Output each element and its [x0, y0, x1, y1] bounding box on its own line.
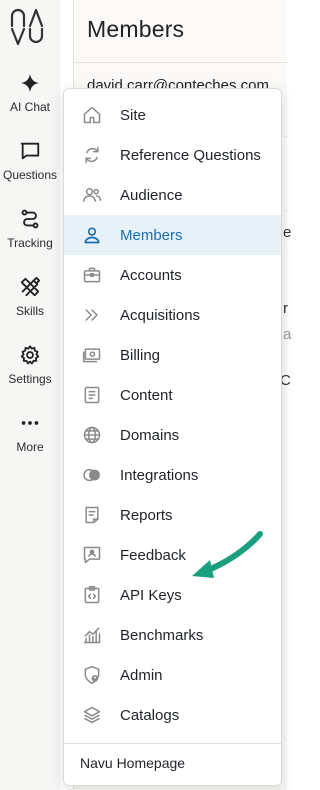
menu-item-label: API Keys [120, 586, 182, 604]
code-clipboard-icon [81, 584, 103, 606]
menu-divider [64, 743, 281, 744]
page-title: Members [87, 16, 185, 42]
feedback-icon [81, 544, 103, 566]
menu-item-label: Audience [120, 186, 183, 204]
money-icon [81, 344, 103, 366]
page-peek-text: a [283, 326, 292, 343]
home-icon [81, 104, 103, 126]
globe-icon [81, 424, 103, 446]
rail-skills-label: Skills [15, 304, 44, 318]
rail-settings-label: Settings [8, 372, 52, 386]
menu-item-label: Benchmarks [120, 626, 204, 644]
menu-item-benchmarks[interactable]: Benchmarks [64, 615, 281, 655]
menu-item-label: Feedback [120, 546, 186, 564]
navu-logo[interactable] [8, 6, 50, 46]
route-icon [21, 209, 39, 229]
rail-ai-chat[interactable]: AI Chat [0, 72, 60, 114]
menu-item-catalogs[interactable]: Catalogs [64, 695, 281, 735]
rail-ai-chat-label: AI Chat [9, 100, 51, 114]
menu-item-label: Reports [120, 506, 173, 524]
menu-item-label: Admin [120, 666, 163, 684]
menu-item-label: Site [120, 106, 146, 124]
rail-settings[interactable]: Settings [0, 344, 60, 386]
rail-questions-label: Questions [2, 168, 58, 182]
menu-item-label: Reference Questions [120, 146, 261, 164]
rail-more[interactable]: More [0, 412, 60, 454]
double-chevron-icon [81, 304, 103, 326]
menu-item-label: Acquisitions [120, 306, 201, 324]
navu-homepage-link[interactable]: Navu Homepage [80, 755, 185, 771]
rail-tracking-label: Tracking [7, 236, 53, 250]
rail-tracking[interactable]: Tracking [0, 208, 60, 250]
menu-item-label: Catalogs [120, 706, 180, 724]
sparkle-icon [20, 73, 40, 93]
chat-bubble-icon [20, 142, 40, 160]
menu-item-api-keys[interactable]: API Keys [64, 575, 281, 615]
bar-chart-icon [81, 624, 103, 646]
row-divider [284, 136, 287, 137]
menu-item-label: Domains [120, 426, 180, 444]
menu-item-acquisitions[interactable]: Acquisitions [64, 295, 281, 335]
header-divider [74, 62, 287, 63]
menu-item-reference-questions[interactable]: Reference Questions [64, 135, 281, 175]
row-divider [284, 210, 287, 211]
page-peek-text: r [283, 300, 288, 317]
more-dots-icon [21, 421, 39, 425]
report-icon [81, 504, 103, 526]
rail-questions[interactable]: Questions [0, 140, 60, 182]
menu-item-audience[interactable]: Audience [64, 175, 281, 215]
person-icon [81, 224, 103, 246]
menu-item-billing[interactable]: Billing [64, 335, 281, 375]
gear-icon [20, 345, 40, 365]
pencil-ruler-icon [20, 276, 41, 297]
rail-skills[interactable]: Skills [0, 276, 60, 318]
menu-item-content[interactable]: Content [64, 375, 281, 415]
left-rail: AI Chat Questions Tracking Skills Settin… [0, 0, 60, 790]
menu-item-reports[interactable]: Reports [64, 495, 281, 535]
menu-item-label: Members [120, 226, 183, 244]
menu-item-integrations[interactable]: Integrations [64, 455, 281, 495]
briefcase-icon [81, 264, 103, 286]
menu-item-label: Integrations [120, 466, 199, 484]
menu-item-members[interactable]: Members [64, 215, 281, 255]
rail-more-label: More [16, 440, 44, 454]
menu-item-accounts[interactable]: Accounts [64, 255, 281, 295]
layers-icon [81, 704, 103, 726]
menu-item-label: Billing [120, 346, 161, 364]
users-icon [81, 184, 103, 206]
shield-user-icon [81, 664, 103, 686]
menu-item-feedback[interactable]: Feedback [64, 535, 281, 575]
menu-item-label: Content [120, 386, 173, 404]
menu-item-label: Accounts [120, 266, 182, 284]
menu-item-site[interactable]: Site [64, 95, 281, 135]
settings-dropdown-menu: Site Reference Questions Audience Member… [63, 88, 282, 786]
document-icon [81, 384, 103, 406]
menu-item-admin[interactable]: Admin [64, 655, 281, 695]
refresh-icon [81, 144, 103, 166]
page-peek-text: e [283, 224, 292, 241]
toggle-circles-icon [81, 464, 103, 486]
menu-item-domains[interactable]: Domains [64, 415, 281, 455]
